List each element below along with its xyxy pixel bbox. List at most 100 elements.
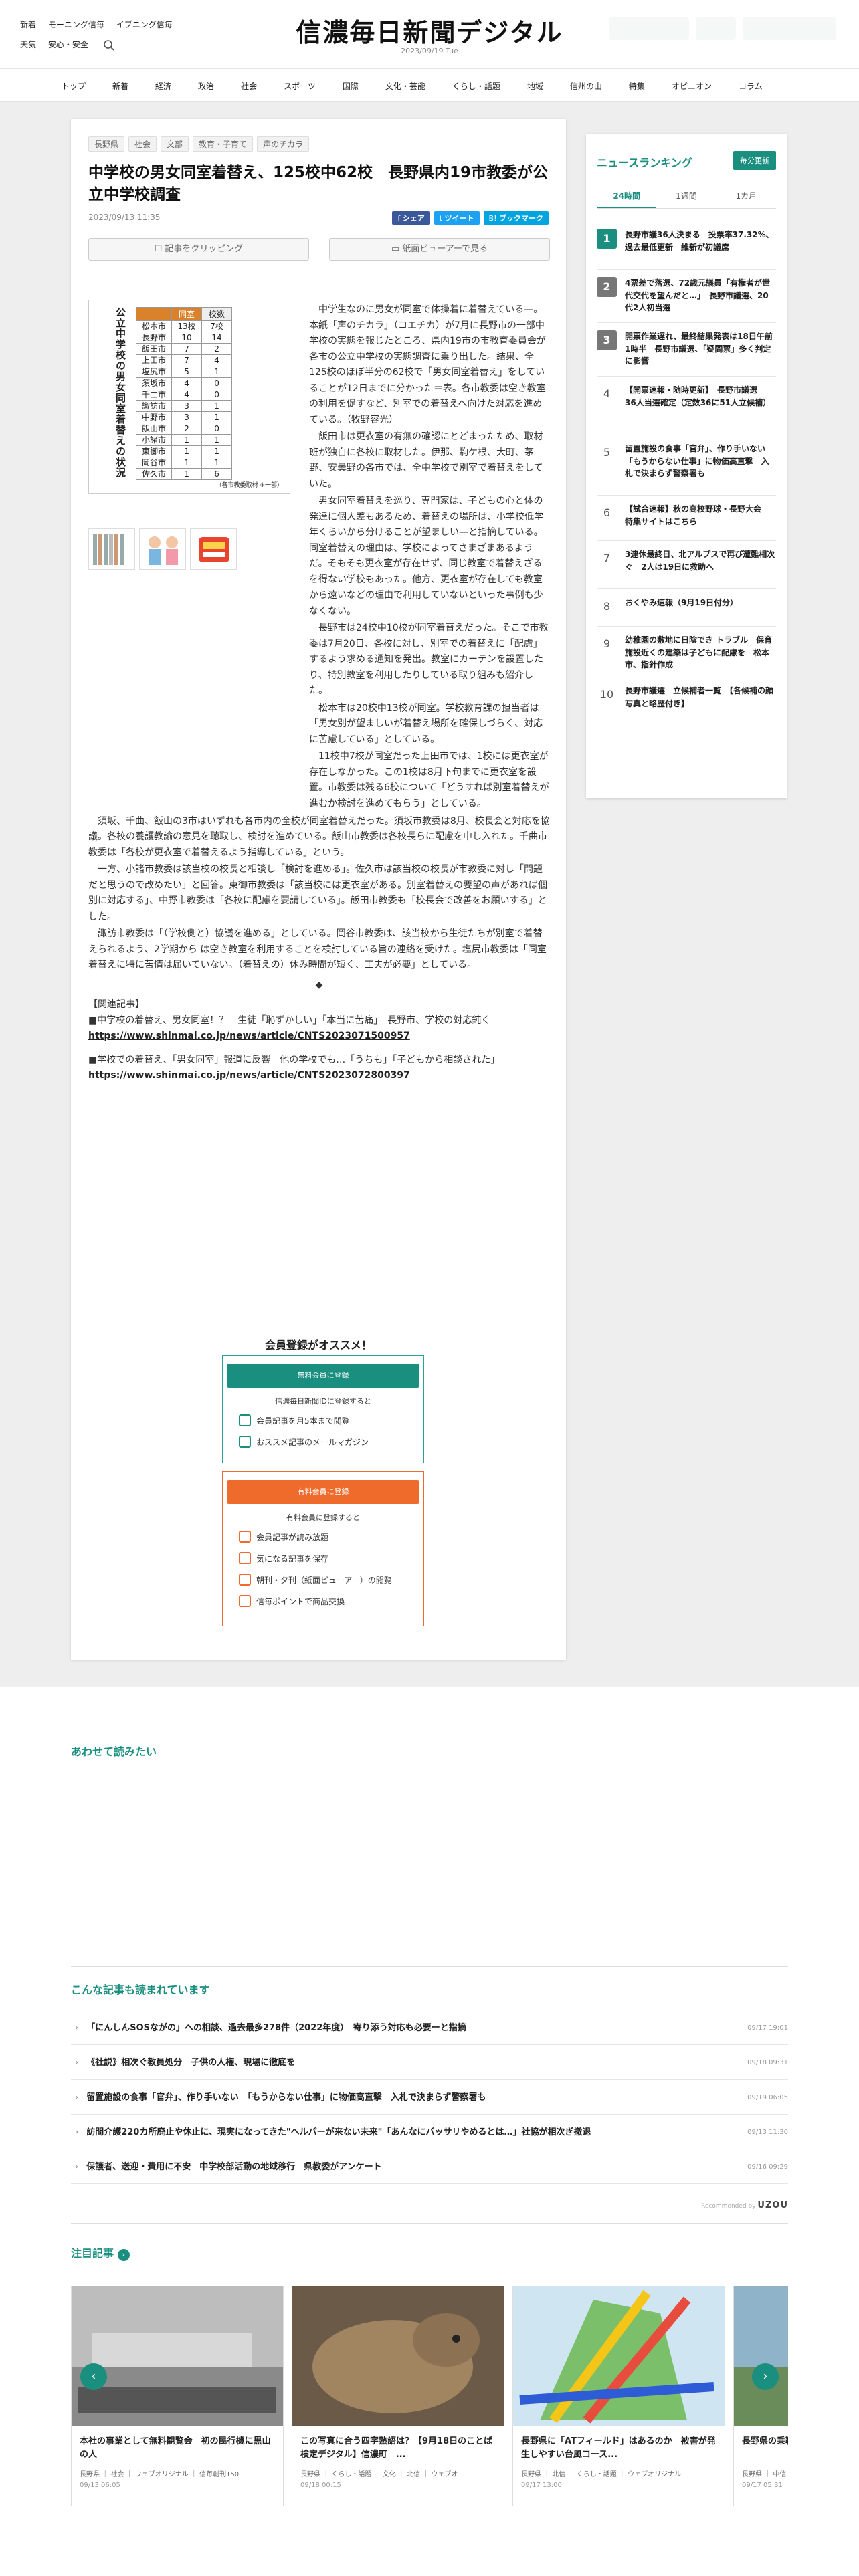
paid-benefit-4: 信毎ポイントで商品交換 bbox=[239, 1595, 345, 1607]
survey-table-figure[interactable]: 公立中学校の男女同室着替えの状況 同室 校数 松本市 13校 7校 長野市 10 14 飯田… bbox=[88, 300, 290, 494]
figure-title: 公立中学校の男女同室着替えの状況 bbox=[114, 307, 126, 478]
category-link[interactable]: トップ bbox=[62, 80, 86, 92]
clip-article-button[interactable]: ☐ 記事をクリッピング bbox=[88, 238, 309, 261]
paid-benefit-2: 気になる記事を保存 bbox=[239, 1552, 328, 1564]
thumbnail-koechika-logo[interactable] bbox=[190, 528, 237, 570]
school-count-cell: 7校 bbox=[201, 320, 233, 332]
featured-card[interactable]: 長野県の乗鞍高原... 川沿いの小学校長野県 ｜ 中信 09/17 05:31 bbox=[733, 2286, 788, 2506]
article-tag[interactable]: 長野県 bbox=[88, 136, 125, 152]
ranking-tab[interactable]: 24時間 bbox=[597, 190, 657, 208]
twitter-share-label: ツイート bbox=[444, 214, 474, 223]
ranking-tab[interactable]: 1カ月 bbox=[717, 190, 776, 208]
ranking-item[interactable]: 8 おくやみ速報（9月19日付分） bbox=[597, 597, 776, 617]
site-header: 新着 モーニング信毎 イブニング信毎 天気 安心・安全 信濃毎日新聞デジタル 2… bbox=[0, 0, 859, 68]
section-divider: ◆ bbox=[315, 979, 323, 990]
survey-table: 同室 校数 松本市 13校 7校 長野市 10 14 飯田市 7 2 上田市 7 4 塩尻市 5 1 須坂市 4… bbox=[135, 307, 233, 480]
newspaper-icon bbox=[239, 1574, 251, 1586]
table-row: 長野市 10 14 bbox=[135, 332, 233, 344]
twitter-share-button[interactable]: t ツイート bbox=[434, 211, 480, 225]
featured-card-title: この写真に合う四字熟語は？【9月18日のことば検定デジタル】信濃町 ... bbox=[300, 2436, 493, 2460]
doc-icon bbox=[239, 1531, 251, 1543]
ranking-item[interactable]: 2 4票差で落選、72歳元議員「有権者が世代交代を望んだと…」 長野市議選、20代… bbox=[597, 277, 776, 314]
category-link[interactable]: 地域 bbox=[527, 80, 543, 92]
ranking-item[interactable]: 4 【開票速報・随時更新】 長野市議選 36人当選確定（定数36に51人立候補） bbox=[597, 384, 776, 409]
category-link[interactable]: オピニオン bbox=[672, 80, 712, 92]
category-link[interactable]: 国際 bbox=[343, 80, 359, 92]
facebook-share-button[interactable]: f シェア bbox=[392, 211, 430, 225]
col-header-total: 校数 bbox=[201, 307, 233, 321]
featured-card[interactable]: 本社の事業として無料観覧会 初の民行機に黒山の人 長野県 ｜ 社会 ｜ ウェブオリ… bbox=[71, 2286, 284, 2506]
category-link[interactable]: スポーツ bbox=[284, 80, 316, 92]
rank-headline: 長野市議36人決まる 投票率37.32%、過去最低更新 維新が初議席 bbox=[625, 230, 774, 252]
header-button-b[interactable] bbox=[696, 17, 736, 40]
recommend-headline: 「にんしんSOSながの」への相談、過去最多278件（2022年度） 寄り添う対応… bbox=[86, 2023, 466, 2033]
facebook-share-label: シェア bbox=[402, 214, 425, 223]
article-date: 2023/09/13 11:35 bbox=[88, 213, 161, 222]
category-link[interactable]: 経済 bbox=[155, 80, 171, 92]
ranking-item[interactable]: 9 幼稚園の敷地に日陰でき トラブル 保育施設近くの建築は子どもに配慮を 松本市、… bbox=[597, 634, 776, 671]
rank-number: 1 bbox=[597, 229, 617, 249]
header-button-c[interactable] bbox=[743, 17, 836, 40]
recommend-item[interactable]: › 《社説》相次ぐ教員処分 子供の人権、現場に徹底を 09/18 09:31 bbox=[71, 2046, 788, 2080]
chevron-right-icon: › bbox=[75, 2092, 79, 2103]
clip-article-label: 記事をクリッピング bbox=[165, 244, 244, 254]
carousel-next-button[interactable]: › bbox=[752, 2363, 779, 2390]
hatena-bookmark-button[interactable]: B! ブックマーク bbox=[483, 211, 549, 225]
category-link[interactable]: くらし・話題 bbox=[452, 80, 500, 92]
article-tag[interactable]: 声のチカラ bbox=[257, 136, 310, 152]
recommend-item[interactable]: › 訪問介護220カ所廃止や休止に、現実になってきた"ヘルパーが来ない未来"「あん… bbox=[71, 2116, 788, 2149]
recommend-date: 09/13 11:30 bbox=[747, 2129, 788, 2136]
category-link[interactable]: 文化・芸能 bbox=[385, 80, 425, 92]
featured-card-date: 09/13 06:05 bbox=[80, 2482, 120, 2489]
lower-section: あわせて読みたい こんな記事も読まれています › 「にんしんSOSながの」への相談… bbox=[0, 1687, 859, 2576]
paid-register-button[interactable]: 有料会員に登録 bbox=[227, 1480, 419, 1504]
featured-card-tags: 長野県 ｜ 北信 ｜ くらし・話題 ｜ ウェブオリジナル bbox=[521, 2471, 682, 2478]
ranking-item[interactable]: 6 【試合速報】秋の高校野球・長野大会 特集サイトはこちら bbox=[597, 503, 776, 528]
ranking-item[interactable]: 5 留置施設の食事「官弁」、作り手いない 「もうからない仕事」に物価高直撃 入札で… bbox=[597, 443, 776, 480]
category-link[interactable]: 社会 bbox=[241, 80, 257, 92]
thumbnail-illustration[interactable] bbox=[139, 528, 186, 570]
recommend-item[interactable]: › 「にんしんSOSながの」への相談、過去最多278件（2022年度） 寄り添う対… bbox=[71, 2012, 788, 2045]
divider bbox=[597, 495, 776, 496]
recommend-item[interactable]: › 留置施設の食事「官弁」、作り手いない 「もうからない仕事」に物価高直撃 入札で… bbox=[71, 2081, 788, 2115]
recommend-item[interactable]: › 保護者、送迎・費用に不安 中学校部活動の地域移行 県教委がアンケート 09/16… bbox=[71, 2151, 788, 2184]
ranking-tab[interactable]: 1週間 bbox=[656, 190, 716, 208]
ranking-item[interactable]: 1 長野市議36人決まる 投票率37.32%、過去最低更新 維新が初議席 bbox=[597, 229, 776, 253]
article-tag[interactable]: 社会 bbox=[128, 136, 157, 152]
category-link[interactable]: 信州の山 bbox=[570, 80, 602, 92]
paid-membership-box: 有料会員に登録 有料会員に登録すると 会員記事が読み放題 気になる記事を保存 朝… bbox=[222, 1471, 424, 1626]
article-tag[interactable]: 教育・子育て bbox=[193, 136, 254, 152]
recommend-title: こんな記事も読まれています bbox=[71, 1983, 210, 1996]
city-cell: 中野市 bbox=[135, 411, 173, 423]
thumbnail-table[interactable] bbox=[88, 528, 135, 570]
featured-card[interactable]: この写真に合う四字熟語は？【9月18日のことば検定デジタル】信濃町 ... 長野県… bbox=[292, 2286, 504, 2506]
ranking-item[interactable]: 7 3連休最終日、北アルプスで再び遭難相次ぐ 2人は19日に救助へ bbox=[597, 548, 776, 573]
rank-number: 3 bbox=[597, 330, 617, 350]
related-article-link[interactable]: https://www.shinmai.co.jp/news/article/C… bbox=[88, 1068, 550, 1084]
featured-card[interactable]: 長野県に「ATフィールド」はあるのか 被害が発生しやすい台風コース... 長野県 … bbox=[512, 2286, 725, 2506]
carousel-prev-button[interactable]: ‹ bbox=[80, 2363, 107, 2390]
table-row: 飯山市 2 0 bbox=[135, 423, 233, 435]
school-count-cell: 1 bbox=[201, 400, 233, 412]
related-article-link[interactable]: https://www.shinmai.co.jp/news/article/C… bbox=[88, 1029, 550, 1045]
featured-card-tags: 長野県 ｜ くらし・話題 ｜ 文化 ｜ 北信 ｜ ウェブオ bbox=[300, 2471, 458, 2478]
table-row: 諏訪市 3 1 bbox=[135, 400, 233, 412]
category-link[interactable]: 政治 bbox=[198, 80, 214, 92]
divider bbox=[597, 626, 776, 627]
category-link[interactable]: コラム bbox=[739, 80, 763, 92]
header-button-a[interactable] bbox=[609, 17, 689, 40]
rank-headline: おくやみ速報（9月19日付分） bbox=[625, 598, 739, 607]
school-count-cell: 4 bbox=[201, 354, 233, 366]
ranking-item[interactable]: 10 長野市議選 立候補者一覧 【各候補の顔写真と略歴付き】 bbox=[597, 685, 776, 710]
free-register-button[interactable]: 無料会員に登録 bbox=[227, 1364, 419, 1388]
category-link[interactable]: 新着 bbox=[112, 80, 128, 92]
article-tag[interactable]: 文部 bbox=[161, 136, 189, 152]
ranking-item[interactable]: 3 開票作業遅れ、最終結果発表は18日午前1時半 長野市議選、「疑問票」多く判定に… bbox=[597, 330, 776, 368]
city-cell: 岡谷市 bbox=[135, 457, 173, 469]
paper-viewer-label: 紙面ビューアーで見る bbox=[402, 244, 488, 254]
paper-viewer-button[interactable]: ▭ 紙面ビューアーで見る bbox=[329, 238, 550, 261]
col-header-same: 同室 bbox=[171, 307, 203, 321]
category-link[interactable]: 特集 bbox=[629, 80, 645, 92]
divider bbox=[597, 540, 776, 541]
recommend-date: 09/18 09:31 bbox=[747, 2059, 788, 2066]
